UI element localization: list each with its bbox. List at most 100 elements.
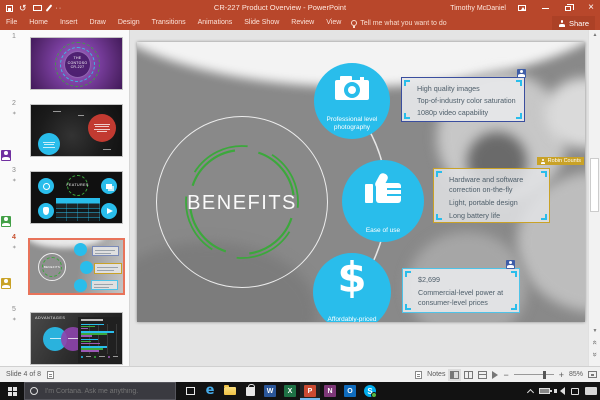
- show-hidden-icons-chevron[interactable]: [527, 388, 534, 395]
- notes-page-icon[interactable]: [47, 371, 54, 379]
- collaborator-presence-icon-green[interactable]: [1, 216, 11, 227]
- zoom-in-button[interactable]: +: [559, 370, 564, 380]
- tell-me-box[interactable]: Tell me what you want to do: [351, 20, 446, 27]
- tab-animations[interactable]: Animations: [192, 16, 239, 30]
- coauthor-flag-icon[interactable]: [517, 69, 526, 78]
- close-button[interactable]: ×: [584, 0, 598, 16]
- thumbnail-5-title: ADVANTAGES: [35, 316, 65, 320]
- tab-home[interactable]: Home: [23, 16, 54, 30]
- customize-quick-access-button[interactable]: ··: [56, 2, 63, 14]
- selection-handle[interactable]: [404, 80, 410, 86]
- restore-button[interactable]: [561, 0, 575, 16]
- selection-handle[interactable]: [436, 171, 442, 177]
- share-button[interactable]: Share: [552, 16, 595, 30]
- bubble-photography[interactable]: Professional level photography: [314, 63, 390, 139]
- fit-slide-to-window-button[interactable]: [588, 371, 597, 378]
- volume-icon[interactable]: [556, 387, 565, 395]
- undo-button[interactable]: ↺: [19, 2, 27, 14]
- textbox-line: 1080p video capability: [417, 107, 522, 119]
- previous-slide-button[interactable]: «: [589, 338, 600, 347]
- save-button[interactable]: [6, 2, 13, 14]
- slide-title[interactable]: BENEFITS: [156, 192, 328, 215]
- textbox-photography-notes[interactable]: High quality images Top-of-industry colo…: [401, 77, 525, 122]
- skype-button[interactable]: S: [360, 382, 380, 400]
- selection-handle[interactable]: [405, 271, 411, 277]
- file-explorer-button[interactable]: [220, 382, 240, 400]
- bubble-ease-of-use[interactable]: Ease of use: [342, 160, 424, 242]
- tab-insert[interactable]: Insert: [54, 16, 84, 30]
- powerpoint-button-active[interactable]: P: [300, 382, 320, 400]
- scroll-down-icon[interactable]: ▼: [589, 328, 600, 334]
- excel-icon: X: [284, 385, 296, 397]
- thumbnail-slide-2[interactable]: [30, 104, 123, 157]
- slide-1-number: 1: [12, 33, 16, 40]
- battery-icon[interactable]: [539, 388, 550, 394]
- slide-canvas[interactable]: BENEFITS Professional level photography …: [137, 42, 585, 322]
- onenote-icon: N: [324, 385, 336, 397]
- ribbon-display-options-button[interactable]: [515, 0, 529, 16]
- selection-handle[interactable]: [436, 214, 442, 220]
- action-center-icon[interactable]: [571, 388, 579, 395]
- reading-view-button[interactable]: [478, 371, 487, 379]
- onenote-button[interactable]: N: [320, 382, 340, 400]
- zoom-level[interactable]: 85%: [569, 371, 583, 378]
- tray-indicator[interactable]: [585, 387, 597, 395]
- tab-slide-show[interactable]: Slide Show: [238, 16, 285, 30]
- slide-sorter-view-button[interactable]: [464, 371, 473, 379]
- normal-view-button[interactable]: [450, 371, 459, 379]
- coauthor-flag-icon[interactable]: [506, 260, 515, 269]
- cortana-search-box[interactable]: [24, 382, 176, 400]
- zoom-slider[interactable]: [514, 374, 554, 375]
- start-presentation-button[interactable]: [33, 2, 42, 14]
- slide-indicator: Slide 4 of 8: [6, 371, 41, 378]
- tab-file[interactable]: File: [0, 16, 23, 30]
- animation-star-icon: ✶: [12, 178, 17, 184]
- slide-show-button[interactable]: [492, 371, 498, 379]
- word-button[interactable]: W: [260, 382, 280, 400]
- store-button[interactable]: [240, 382, 260, 400]
- zoom-out-button[interactable]: −: [503, 370, 508, 380]
- share-label: Share: [569, 19, 589, 28]
- collaborator-presence-icon-purple[interactable]: [1, 150, 11, 161]
- selection-handle[interactable]: [404, 113, 410, 119]
- thumbnail-slide-1[interactable]: THE CONTOSO CR-227: [30, 37, 123, 90]
- quick-access-toolbar: ↺ ··: [6, 0, 62, 16]
- selection-handle[interactable]: [405, 304, 411, 310]
- draw-button[interactable]: [48, 2, 50, 14]
- bubble-photography-label: Professional level photography: [322, 116, 382, 132]
- animation-star-icon: ✶: [12, 317, 17, 323]
- account-name[interactable]: Timothy McDaniel: [450, 5, 506, 12]
- task-view-button[interactable]: [180, 382, 200, 400]
- tab-view[interactable]: View: [320, 16, 347, 30]
- thumbnail-slide-3[interactable]: FEATURES: [30, 171, 123, 224]
- bubble-ease-of-use-label: Ease of use: [348, 227, 418, 235]
- vertical-scrollbar[interactable]: ▲ ▼ « »: [588, 30, 600, 366]
- edge-button[interactable]: e: [200, 382, 220, 400]
- shield-icon: [43, 207, 49, 215]
- notes-toggle[interactable]: Notes: [427, 371, 445, 378]
- thumbnail-5-chart-legend: [81, 356, 118, 359]
- zoom-slider-handle[interactable]: [543, 371, 546, 379]
- textbox-ease-of-use-notes[interactable]: Robin Counts Hardware and software corre…: [433, 168, 550, 223]
- collaborator-presence-icon-gold[interactable]: [1, 278, 11, 289]
- folder-icon: [224, 387, 236, 395]
- tab-transitions[interactable]: Transitions: [146, 16, 192, 30]
- minimize-button[interactable]: [538, 0, 552, 16]
- excel-button[interactable]: X: [280, 382, 300, 400]
- cortana-search-input[interactable]: [43, 387, 163, 396]
- next-slide-button[interactable]: »: [589, 350, 600, 359]
- scrollbar-thumb[interactable]: [590, 158, 599, 212]
- scroll-up-icon[interactable]: ▲: [589, 32, 600, 38]
- cortana-icon: [30, 387, 38, 395]
- tab-draw[interactable]: Draw: [83, 16, 111, 30]
- bubble-affordably-priced[interactable]: $ Affordably-priced: [313, 253, 391, 322]
- tab-design[interactable]: Design: [112, 16, 146, 30]
- textbox-price-notes[interactable]: $2,699 Commercial-level power at consume…: [402, 268, 520, 313]
- outlook-icon: O: [344, 385, 356, 397]
- tab-review[interactable]: Review: [285, 16, 320, 30]
- thumbnail-slide-5[interactable]: ADVANTAGES: [30, 312, 123, 365]
- start-button[interactable]: [0, 382, 24, 400]
- thumbnail-slide-4-selected[interactable]: BENEFITS: [28, 238, 125, 295]
- undo-icon: ↺: [19, 3, 27, 13]
- outlook-button[interactable]: O: [340, 382, 360, 400]
